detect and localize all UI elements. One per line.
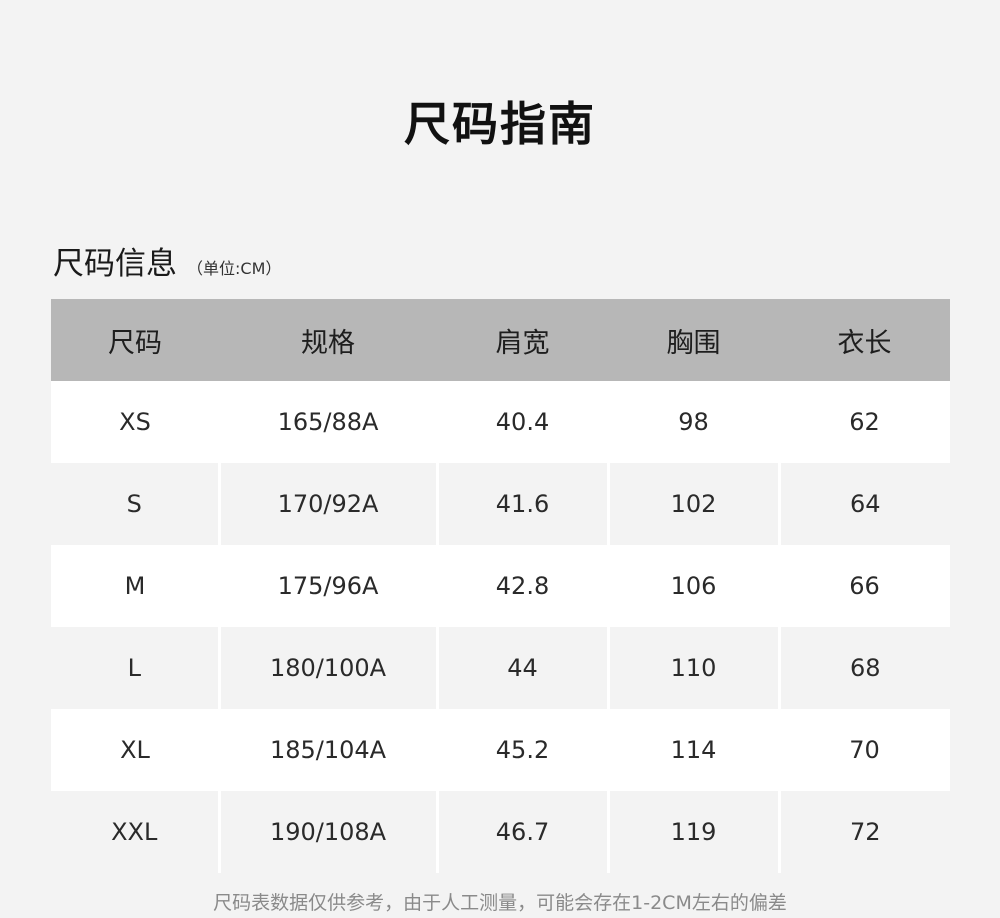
table-row: S 170/92A 41.6 102 64 (51, 463, 950, 545)
cell-shoulder: 44 (435, 627, 608, 709)
cell-length: 62 (779, 381, 950, 463)
cell-shoulder: 42.8 (437, 545, 608, 627)
section-heading: 尺码信息 （单位:CM） (53, 242, 281, 286)
cell-chest: 114 (608, 709, 779, 791)
table-header-row: 尺码 规格 肩宽 胸围 衣长 (51, 299, 950, 381)
header-shoulder: 肩宽 (495, 327, 550, 359)
cell-shoulder: 46.7 (435, 791, 608, 873)
cell-chest: 98 (608, 381, 779, 463)
cell-spec: 180/100A (217, 627, 437, 709)
header-length: 衣长 (837, 327, 892, 359)
cell-length: 72 (777, 791, 950, 873)
cell-spec: 190/108A (217, 791, 437, 873)
page-title: 尺码指南 (404, 97, 596, 151)
table-row: M 175/96A 42.8 106 66 (51, 545, 950, 627)
header-spec: 规格 (301, 327, 355, 359)
cell-spec: 170/92A (217, 463, 437, 545)
cell-shoulder: 41.6 (435, 463, 608, 545)
cell-chest: 110 (606, 627, 779, 709)
cell-length: 66 (779, 545, 950, 627)
cell-shoulder: 45.2 (437, 709, 608, 791)
table-row: XS 165/88A 40.4 98 62 (51, 381, 950, 463)
cell-spec: 165/88A (219, 381, 437, 463)
cell-size: XXL (51, 791, 219, 873)
table-row: XL 185/104A 45.2 114 70 (51, 709, 950, 791)
cell-size: S (51, 463, 219, 545)
section-title: 尺码信息 (53, 246, 177, 282)
cell-size: XS (51, 381, 219, 463)
size-table: 尺码 规格 肩宽 胸围 衣长 XS 165/88A 40.4 98 62 S 1… (51, 299, 950, 873)
header-size: 尺码 (108, 327, 162, 359)
cell-spec: 175/96A (219, 545, 437, 627)
cell-spec: 185/104A (219, 709, 437, 791)
cell-size: L (51, 627, 219, 709)
cell-size: XL (51, 709, 219, 791)
cell-size: M (51, 545, 219, 627)
cell-chest: 106 (608, 545, 779, 627)
section-unit: （单位:CM） (187, 259, 282, 278)
cell-shoulder: 40.4 (437, 381, 608, 463)
cell-length: 70 (779, 709, 950, 791)
cell-chest: 102 (606, 463, 779, 545)
header-chest: 胸围 (666, 327, 721, 359)
cell-length: 68 (777, 627, 950, 709)
table-row: L 180/100A 44 110 68 (51, 627, 950, 709)
cell-length: 64 (777, 463, 950, 545)
cell-chest: 119 (606, 791, 779, 873)
table-row: XXL 190/108A 46.7 119 72 (51, 791, 950, 873)
